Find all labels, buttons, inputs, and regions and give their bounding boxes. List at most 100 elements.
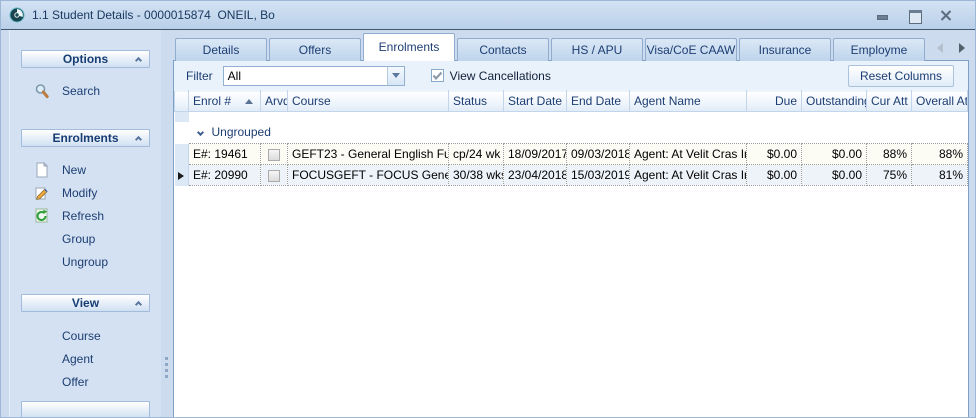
column-header-outstanding[interactable]: Outstanding	[802, 91, 867, 112]
cell-outstanding[interactable]: $0.00	[802, 165, 867, 186]
filter-label: Filter	[186, 69, 213, 83]
edit-pencil-icon	[34, 185, 50, 201]
checkbox-label: View Cancellations	[450, 69, 551, 83]
sidebar-item-label: Refresh	[62, 209, 104, 223]
column-header-cur-att[interactable]: Cur Att	[867, 91, 912, 112]
tab-insurance[interactable]: Insurance	[739, 38, 831, 61]
section-title-enrolments: Enrolments	[52, 131, 118, 145]
student-details-window: 1.1 Student Details - 0000015874 ONEIL, …	[0, 0, 976, 418]
column-header-status[interactable]: Status	[449, 91, 504, 112]
column-header-start-date[interactable]: Start Date	[504, 91, 567, 112]
cell-course[interactable]: FOCUSGEFT - FOCUS General Englis	[288, 165, 449, 186]
refresh-icon	[34, 208, 50, 224]
tab-scroll-right-icon[interactable]	[959, 43, 965, 53]
cell-outstanding[interactable]: $0.00	[802, 144, 867, 165]
enrolments-panel: Filter All View Cancellations Reset Colu…	[173, 60, 969, 418]
row-indicator-cell	[175, 165, 189, 186]
sidebar-item-group[interactable]: Group	[10, 228, 161, 251]
sidebar-item-course[interactable]: Course	[10, 324, 161, 347]
cell-status[interactable]: 30/38 wks	[449, 165, 504, 186]
column-header-end-date[interactable]: End Date	[567, 91, 630, 112]
tab-employment[interactable]: Employme	[833, 38, 925, 61]
cell-agent[interactable]: Agent: At Velit Cras In	[630, 165, 747, 186]
tab-strip: Details Offers Enrolments Contacts HS / …	[173, 30, 969, 61]
checkbox-icon	[431, 69, 444, 82]
cell-start-date[interactable]: 18/09/2017	[504, 144, 567, 165]
cell-enrol[interactable]: E#: 19461	[189, 144, 261, 165]
tab-details[interactable]: Details	[175, 38, 267, 61]
dropdown-arrow-button[interactable]	[387, 67, 404, 85]
cell-arvd[interactable]	[261, 165, 288, 186]
sidebar-item-label: Agent	[62, 352, 93, 366]
column-header-label: Enrol #	[193, 94, 231, 108]
column-header-due[interactable]: Due	[747, 91, 802, 112]
new-document-icon	[34, 162, 50, 178]
sidebar-splitter[interactable]	[161, 30, 173, 418]
enrolments-grid: Enrol # Arvd Course Status Start Date En…	[174, 90, 968, 418]
search-icon	[34, 83, 50, 99]
cell-overall-att[interactable]: 88%	[912, 144, 968, 165]
sidebar-section-view[interactable]: View	[21, 294, 150, 312]
cell-overall-att[interactable]: 81%	[912, 165, 968, 186]
restore-button[interactable]	[908, 10, 921, 21]
tab-visa-coe-caaw[interactable]: Visa/CoE CAAW	[645, 38, 737, 61]
grid-header-row: Enrol # Arvd Course Status Start Date En…	[175, 91, 968, 112]
cell-course[interactable]: GEFT23 - General English Full Time	[288, 144, 449, 165]
cell-arvd[interactable]	[261, 144, 288, 165]
sidebar-item-label: Offer	[62, 375, 88, 389]
sidebar-section-options[interactable]: Options	[21, 50, 150, 68]
main-area: Details Offers Enrolments Contacts HS / …	[173, 30, 969, 418]
filter-dropdown[interactable]: All	[223, 66, 405, 86]
cell-agent[interactable]: Agent: At Velit Cras In	[630, 144, 747, 165]
cell-enrol[interactable]: E#: 20990	[189, 165, 261, 186]
tab-offers[interactable]: Offers	[269, 38, 361, 61]
cell-status[interactable]: cp/24 wk	[449, 144, 504, 165]
column-header-enrol[interactable]: Enrol #	[189, 91, 261, 112]
arvd-checkbox-icon[interactable]	[268, 149, 280, 161]
sidebar-item-modify[interactable]: Modify	[10, 182, 161, 205]
cell-end-date[interactable]: 15/03/2019	[567, 165, 630, 186]
group-row-ungrouped[interactable]: Ungrouped	[175, 122, 968, 144]
column-header-course[interactable]: Course	[288, 91, 449, 112]
group-label: Ungrouped	[212, 125, 271, 139]
sidebar-item-ungroup[interactable]: Ungroup	[10, 251, 161, 274]
sidebar-item-search[interactable]: Search	[10, 80, 161, 103]
column-header-arvd[interactable]: Arvd	[261, 91, 288, 112]
view-cancellations-checkbox[interactable]: View Cancellations	[431, 69, 551, 83]
tab-enrolments[interactable]: Enrolments	[363, 33, 455, 61]
group-expand-chevron-icon[interactable]	[196, 129, 203, 136]
cell-due[interactable]: $0.00	[747, 165, 802, 186]
splitter-grip-icon	[165, 357, 168, 381]
close-button[interactable]	[940, 10, 953, 21]
cell-end-date[interactable]: 09/03/2018	[567, 144, 630, 165]
table-row[interactable]: E#: 19461 GEFT23 - General English Full …	[175, 144, 968, 165]
reset-columns-button[interactable]: Reset Columns	[848, 65, 954, 87]
sidebar-section-enrolments[interactable]: Enrolments	[21, 129, 150, 147]
table-row-selected[interactable]: E#: 20990 FOCUSGEFT - FOCUS General Engl…	[175, 165, 968, 186]
sidebar-item-offer[interactable]: Offer	[10, 370, 161, 393]
tab-contacts[interactable]: Contacts	[457, 38, 549, 61]
cell-start-date[interactable]: 23/04/2018	[504, 165, 567, 186]
minimize-button[interactable]	[876, 10, 889, 21]
sidebar-item-label: Ungroup	[62, 255, 108, 269]
column-header-overall-att[interactable]: Overall Att	[912, 91, 968, 112]
arvd-checkbox-icon[interactable]	[268, 170, 280, 182]
grid-gap-row	[175, 112, 968, 122]
sidebar-item-new[interactable]: New	[10, 159, 161, 182]
tab-scroll-left-icon[interactable]	[937, 43, 943, 53]
tab-hs-apu[interactable]: HS / APU	[551, 38, 643, 61]
selected-row-arrow-icon	[178, 172, 184, 180]
column-header-agent-name[interactable]: Agent Name	[630, 91, 747, 112]
cell-cur-att[interactable]: 88%	[867, 144, 912, 165]
sidebar-section-partial[interactable]	[21, 401, 150, 418]
sidebar-item-refresh[interactable]: Refresh	[10, 205, 161, 228]
cell-due[interactable]: $0.00	[747, 144, 802, 165]
filter-dropdown-value: All	[224, 69, 387, 83]
filter-bar: Filter All View Cancellations Reset Colu…	[174, 61, 968, 90]
collapse-chevron-icon	[135, 301, 142, 308]
sidebar-item-agent[interactable]: Agent	[10, 347, 161, 370]
sort-ascending-icon	[245, 99, 253, 104]
app-logo-icon	[9, 7, 25, 23]
titlebar: 1.1 Student Details - 0000015874 ONEIL, …	[1, 1, 975, 30]
cell-cur-att[interactable]: 75%	[867, 165, 912, 186]
